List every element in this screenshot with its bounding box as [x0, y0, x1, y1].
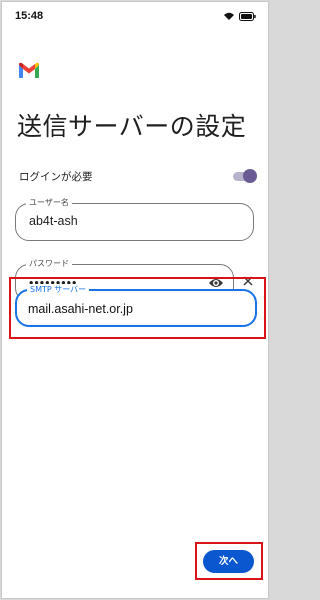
username-label: ユーザー名: [26, 197, 72, 209]
username-value: ab4t-ash: [29, 214, 78, 228]
phone-screen: 15:48 送信サーバーの設定 ログインが必要 ユーザー名 ab4t-ash パ…: [1, 1, 269, 599]
password-label: パスワード: [26, 258, 72, 270]
login-required-label: ログインが必要: [19, 171, 93, 183]
next-button[interactable]: 次へ: [203, 550, 254, 573]
smtp-server-value: mail.asahi-net.or.jp: [28, 302, 133, 316]
login-required-row: ログインが必要: [19, 167, 257, 187]
page-title: 送信サーバーの設定: [17, 112, 247, 141]
battery-icon: [239, 11, 256, 21]
status-bar: 15:48: [2, 2, 268, 34]
login-required-toggle[interactable]: [233, 168, 257, 184]
smtp-server-field[interactable]: SMTP サーバー mail.asahi-net.or.jp: [15, 284, 257, 327]
wifi-icon: [224, 12, 234, 20]
status-icons: [223, 11, 256, 21]
status-time: 15:48: [15, 10, 44, 22]
smtp-server-label: SMTP サーバー: [27, 284, 90, 296]
toggle-thumb: [243, 169, 257, 183]
gmail-logo: [19, 62, 39, 78]
username-field[interactable]: ユーザー名 ab4t-ash: [15, 197, 254, 241]
